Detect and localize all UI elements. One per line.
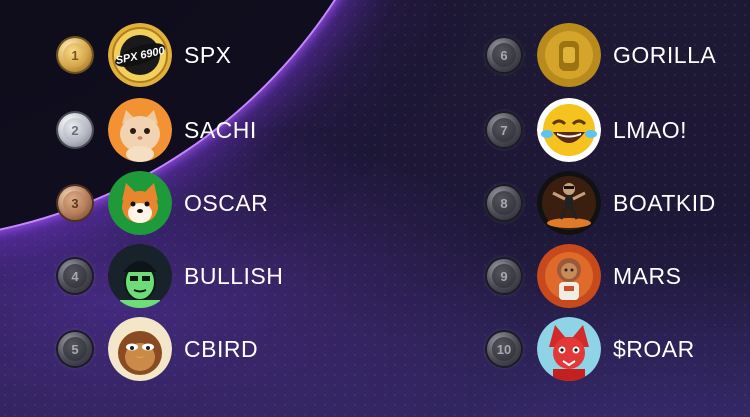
token-name: $ROAR	[613, 335, 695, 362]
rank-badge: 7	[487, 113, 521, 147]
mars-astronaut-icon	[537, 244, 601, 308]
kitten-icon	[108, 98, 172, 162]
shiba-dog-icon	[108, 171, 172, 235]
gold-gorilla-icon	[537, 23, 601, 87]
rank-badge: 4	[58, 259, 92, 293]
leaderboard-item[interactable]: 4 BULLISH	[58, 244, 283, 308]
rank-badge: 3	[58, 186, 92, 220]
token-name: BOATKID	[613, 189, 716, 216]
leaderboard-item[interactable]: 3 OSCAR	[58, 171, 268, 235]
brown-bird-icon	[108, 317, 172, 381]
leaderboard-item[interactable]: 2 SACHI	[58, 98, 257, 162]
token-name: CBIRD	[184, 335, 259, 362]
red-lion-icon	[537, 317, 601, 381]
token-name: GORILLA	[613, 41, 717, 68]
spx6900-coin-icon: SPX 6900	[108, 23, 172, 87]
green-beanie-guy-icon	[108, 244, 172, 308]
rank-badge: 10	[487, 332, 521, 366]
token-name: BULLISH	[184, 262, 284, 289]
rank-badge: 2	[58, 113, 92, 147]
token-name: SACHI	[184, 116, 257, 143]
leaderboard-item[interactable]: 7 LMAO!	[487, 98, 687, 162]
token-name: OSCAR	[184, 189, 269, 216]
token-name: SPX	[184, 41, 232, 68]
token-name: MARS	[613, 262, 682, 289]
laughing-emoji-icon	[537, 98, 601, 162]
rank-badge: 9	[487, 259, 521, 293]
token-name: LMAO!	[613, 116, 688, 143]
rank-badge: 1	[58, 38, 92, 72]
leaderboard-item[interactable]: 5 CBIRD	[58, 317, 258, 381]
leaderboard-item[interactable]: 10 $ROAR	[487, 317, 695, 381]
surfing-kid-icon	[537, 171, 601, 235]
leaderboard-item[interactable]: 8 BOATKID	[487, 171, 716, 235]
rank-badge: 5	[58, 332, 92, 366]
rank-badge: 8	[487, 186, 521, 220]
leaderboard-item[interactable]: 6 GORILLA	[487, 23, 716, 87]
rank-badge: 6	[487, 38, 521, 72]
leaderboard-item[interactable]: 1 SPX 6900 SPX	[58, 23, 232, 87]
leaderboard-item[interactable]: 9 MARS	[487, 244, 681, 308]
